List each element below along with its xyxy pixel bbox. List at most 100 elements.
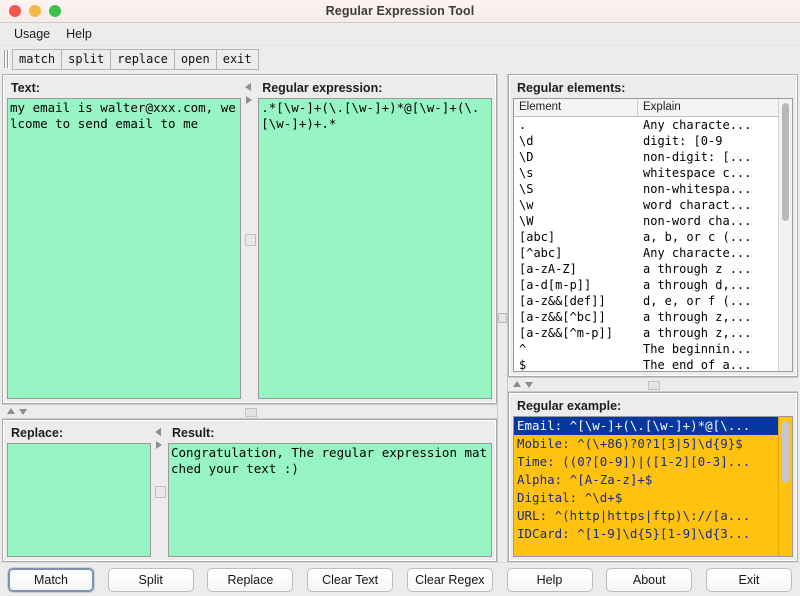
list-item[interactable]: Digital: ^\d+$ (514, 489, 778, 507)
elements-scrollbar-thumb[interactable] (782, 103, 789, 221)
toolbar-button-open[interactable]: open (173, 48, 216, 70)
table-row[interactable]: [abc] a, b, or c (... (514, 229, 778, 245)
result-pane: Result: Congratulation, The regular expr… (168, 424, 492, 557)
menu-item-help[interactable]: Help (58, 25, 100, 43)
divider-grip-icon[interactable] (244, 408, 257, 417)
cell-element: \W (519, 214, 534, 228)
collapse-left-icon[interactable] (155, 428, 161, 436)
collapse-down-icon[interactable] (19, 409, 27, 415)
cell-explain: whitespace c... (643, 166, 752, 180)
text-label: Text: (11, 81, 40, 95)
table-row[interactable]: . Any characte... (514, 117, 778, 133)
list-item[interactable]: URL: ^(http|https|ftp)\://[a... (514, 507, 778, 525)
table-row[interactable]: [a-z&&[^bc]] a through z,... (514, 309, 778, 325)
replace-result-divider[interactable] (151, 424, 168, 557)
table-row[interactable]: [a-d[m-p]] a through d,... (514, 277, 778, 293)
button-split[interactable]: Split (107, 567, 194, 592)
button-replace[interactable]: Replace (207, 567, 294, 592)
result-output: Congratulation, The regular expression m… (168, 443, 492, 557)
list-item[interactable]: Time: ((0?[0-9])|([1-2][0-3]... (514, 453, 778, 471)
cell-element: \S (519, 182, 534, 196)
table-row[interactable]: [a-z&&[^m-p]] a through z,... (514, 325, 778, 341)
examples-scrollbar[interactable] (778, 417, 792, 556)
button-clear-regex[interactable]: Clear Regex (406, 567, 493, 592)
table-row[interactable]: $ The end of a... (514, 357, 778, 371)
cell-explain: word charact... (643, 198, 752, 212)
text-pane: Text: my email is walter@xxx.com, welcom… (7, 79, 242, 399)
column-header-element[interactable]: Element (514, 99, 638, 116)
table-row[interactable]: [^abc] Any characte... (514, 245, 778, 261)
cell-explain: a through z ... (643, 262, 752, 276)
toolbar-button-split[interactable]: split (61, 48, 111, 70)
divider-grip-icon[interactable] (648, 381, 660, 390)
cell-explain: a, b, or c (... (643, 230, 752, 244)
collapse-right-icon[interactable] (246, 96, 253, 104)
app-window: Regular Expression Tool Usage Help match… (0, 0, 800, 596)
divider-grip-icon[interactable] (498, 313, 507, 323)
cell-element: [^abc] (519, 246, 563, 260)
collapse-up-icon[interactable] (513, 381, 521, 387)
right-column: Regular elements: Element Explain . Any c… (508, 74, 798, 562)
table-row[interactable]: [a-zA-Z] a through z ... (514, 261, 778, 277)
text-input[interactable]: my email is walter@xxx.com, welcome to s… (7, 98, 242, 399)
table-row[interactable]: ^ The beginnin... (514, 341, 778, 357)
table-row[interactable]: \D non-digit: [... (514, 149, 778, 165)
toolbar-button-match[interactable]: match (12, 48, 62, 70)
regex-label: Regular expression: (262, 81, 383, 95)
table-row[interactable]: [a-z&&[def]] d, e, or f (... (514, 293, 778, 309)
regular-example-list[interactable]: Email: ^[\w-]+(\.[\w-]+)*@[\... Mobile: ^… (513, 416, 793, 557)
regular-example-label: Regular example: (517, 399, 622, 413)
table-row[interactable]: \S non-whitespa... (514, 181, 778, 197)
main-vertical-divider[interactable] (497, 74, 508, 562)
cell-element: [a-d[m-p]] (519, 278, 592, 292)
collapse-up-icon[interactable] (7, 408, 15, 414)
list-item[interactable]: Mobile: ^(\+86)?0?1[3|5]\d{9}$ (514, 435, 778, 453)
divider-grip-icon[interactable] (155, 485, 166, 498)
toolbar-button-replace[interactable]: replace (110, 48, 174, 70)
regex-input[interactable]: .*[\w-]+(\.[\w-]+)*@[\w-]+(\.[\w-]+)+.* (258, 98, 492, 399)
regular-elements-group: Regular elements: Element Explain . Any c… (508, 74, 798, 377)
divider-grip-icon[interactable] (245, 234, 257, 246)
cell-explain: non-digit: [... (643, 150, 752, 164)
cell-element: [a-z&&[^bc]] (519, 310, 606, 324)
button-about[interactable]: About (606, 567, 693, 592)
cell-explain: Any characte... (643, 118, 752, 132)
button-exit[interactable]: Exit (705, 567, 792, 592)
cell-element: ^ (519, 342, 527, 356)
table-row[interactable]: \W non-word cha... (514, 213, 778, 229)
replace-result-group: Replace: Result: Congratulation, The reg… (2, 419, 497, 562)
cell-element: \s (519, 166, 534, 180)
examples-scrollbar-thumb[interactable] (782, 421, 789, 483)
column-header-explain[interactable]: Explain (638, 99, 778, 116)
table-row[interactable]: \d digit: [0-9 (514, 133, 778, 149)
cell-explain: a through z,... (643, 326, 752, 340)
menu-item-usage[interactable]: Usage (6, 25, 58, 43)
collapse-left-icon[interactable] (245, 83, 252, 91)
list-item[interactable]: IDCard: ^[1-9]\d{5}[1-9]\d{3... (514, 525, 778, 543)
list-item[interactable]: Email: ^[\w-]+(\.[\w-]+)*@[\... (514, 417, 778, 435)
elements-scrollbar[interactable] (778, 99, 792, 371)
table-row[interactable]: \w word charact... (514, 197, 778, 213)
table-row[interactable]: \s whitespace c... (514, 165, 778, 181)
cell-explain: a through d,... (643, 278, 752, 292)
collapse-down-icon[interactable] (525, 382, 533, 388)
cell-element: $ (519, 358, 527, 371)
button-clear-text[interactable]: Clear Text (307, 567, 394, 592)
left-horizontal-divider[interactable] (2, 404, 497, 419)
button-help[interactable]: Help (506, 567, 593, 592)
title-bar: Regular Expression Tool (0, 0, 800, 23)
list-item[interactable]: Alpha: ^[A-Za-z]+$ (514, 471, 778, 489)
replace-input[interactable] (7, 443, 151, 557)
toolbar-drag-handle[interactable] (3, 50, 9, 68)
cell-element: [abc] (519, 230, 556, 244)
cell-element: \d (519, 134, 534, 148)
tool-bar: match split replace open exit (0, 46, 800, 72)
toolbar-button-exit[interactable]: exit (215, 48, 259, 70)
text-regex-divider[interactable] (241, 79, 259, 399)
cell-element: [a-zA-Z] (519, 262, 577, 276)
right-horizontal-divider[interactable] (508, 377, 798, 392)
button-match[interactable]: Match (8, 567, 94, 592)
example-list-body: Email: ^[\w-]+(\.[\w-]+)*@[\... Mobile: ^… (514, 417, 778, 556)
regular-elements-table[interactable]: Element Explain . Any characte... \d digit:… (513, 98, 793, 372)
collapse-right-icon[interactable] (156, 441, 162, 449)
